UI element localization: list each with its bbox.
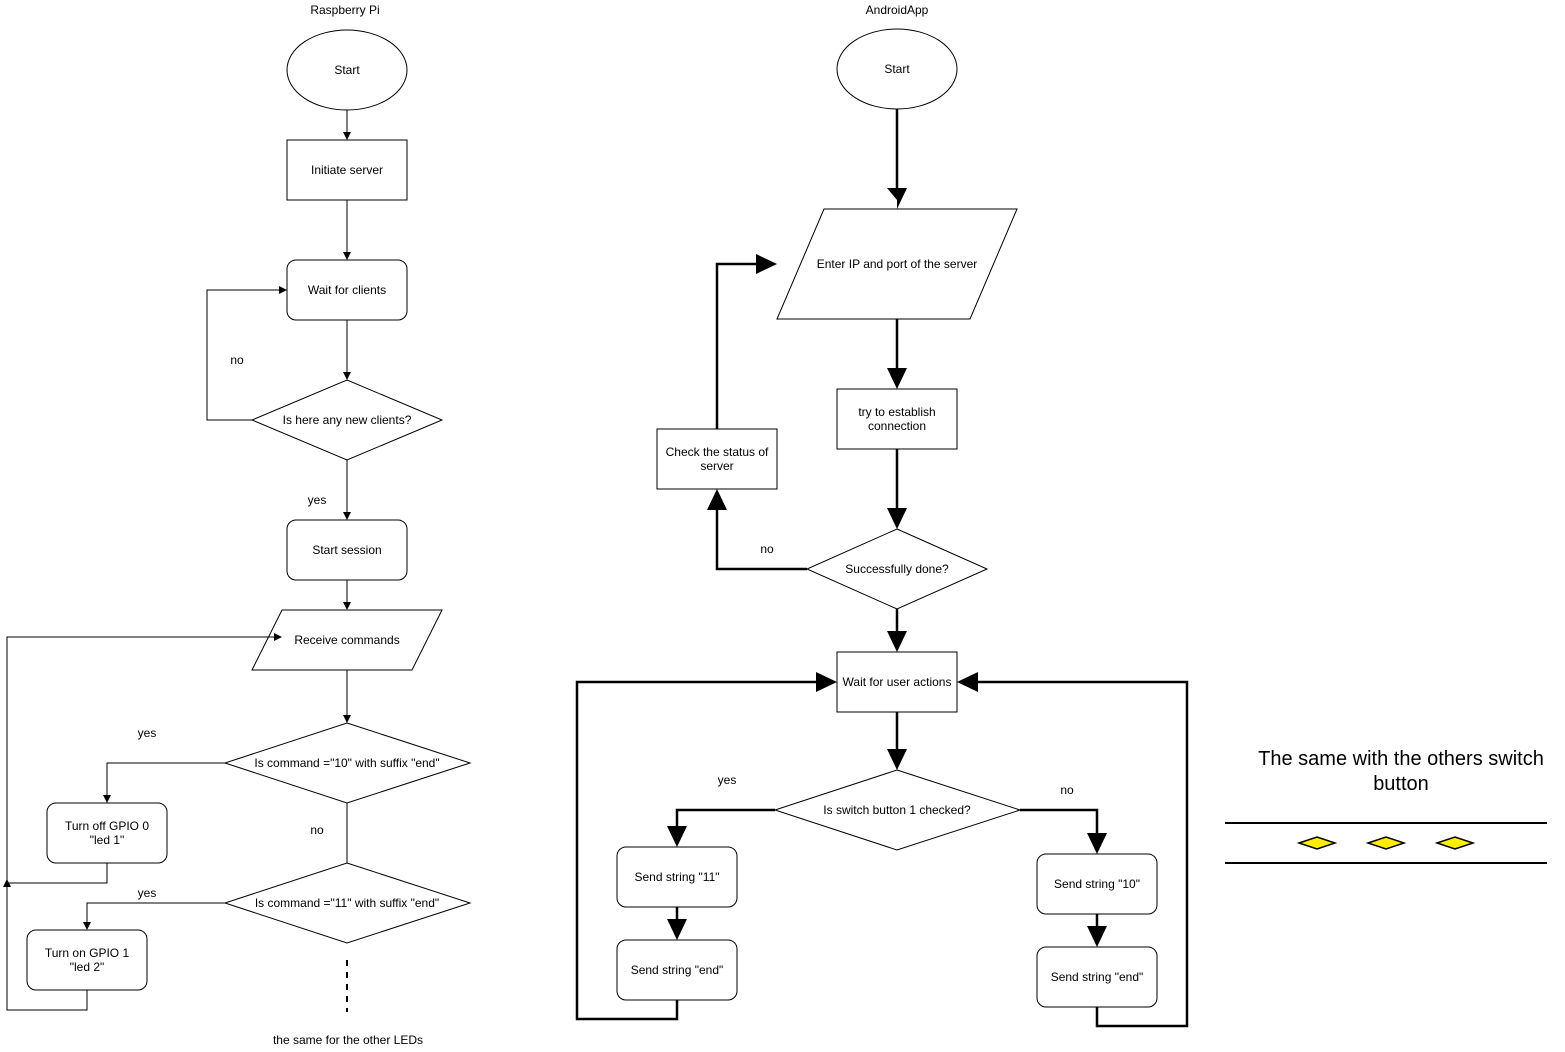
android-edge-check-enter xyxy=(715,262,764,429)
rpi-start-node: Start xyxy=(286,29,408,111)
rpi-turn-on-gpio1-node: Turn on GPIO 1 "led 2" xyxy=(26,929,148,991)
rpi-cmd11-decision: Is command ="11" with suffix "end" xyxy=(223,862,472,944)
android-send11-label: Send string "11" xyxy=(634,870,719,884)
android-label-no-success: no xyxy=(760,542,774,556)
rpi-cmd10-decision: Is command ="10" with suffix "end" xyxy=(223,722,472,804)
rpi-receive-commands-node: Receive commands xyxy=(251,609,443,671)
android-label-yes-switch: yes xyxy=(718,773,737,787)
android-edge-switch-yes xyxy=(675,808,775,834)
android-enter-ip-node: Enter IP and port of the server xyxy=(776,208,1018,320)
switch-note-line1: The same with the others switch xyxy=(1258,748,1544,770)
android-switch-decision: Is switch button 1 checked? xyxy=(773,769,1022,851)
android-send-end-left-label: Send string "end" xyxy=(631,963,724,977)
android-send-end-right-node: Send string "end" xyxy=(1036,946,1158,1008)
android-edge-success-no xyxy=(715,502,807,571)
rpi-turn-off-line2: "led 1" xyxy=(90,833,125,847)
rpi-wait-clients-label: Wait for clients xyxy=(308,283,386,297)
rpi-cmd11-label: Is command ="11" with suffix "end" xyxy=(255,896,439,910)
android-check-line2: server xyxy=(700,459,733,473)
android-send-end-left-node: Send string "end" xyxy=(616,939,738,1001)
rpi-edge-no-loop xyxy=(206,289,281,421)
rpi-label-yes-clients: yes xyxy=(308,493,327,507)
rpi-start-label: Start xyxy=(334,63,360,77)
rpi-initiate-server-node: Initiate server xyxy=(286,139,408,201)
android-edge-switch-no xyxy=(1020,808,1099,841)
rpi-label-yes-cmd10: yes xyxy=(138,726,157,740)
android-enter-ip-label: Enter IP and port of the server xyxy=(817,257,978,271)
android-app-title: AndroidApp xyxy=(866,3,929,17)
rpi-label-yes-cmd11: yes xyxy=(138,886,157,900)
flowchart-canvas: Raspberry Pi AndroidApp Start Initiate s… xyxy=(3,3,1547,1047)
rpi-new-clients-decision: Is here any new clients? xyxy=(250,379,444,461)
rpi-other-leds-note: the same for the other LEDs xyxy=(273,1033,423,1047)
android-try-line2: connection xyxy=(868,419,926,433)
android-label-no-switch: no xyxy=(1060,783,1074,797)
raspberry-pi-title: Raspberry Pi xyxy=(310,3,379,17)
ellipsis-diamond-icon xyxy=(1434,836,1476,850)
android-send10-label: Send string "10" xyxy=(1054,877,1140,891)
android-start-label: Start xyxy=(884,62,910,76)
switch-note: The same with the others switch button xyxy=(1225,748,1547,864)
android-send11-node: Send string "11" xyxy=(616,846,738,908)
rpi-turn-off-gpio0-node: Turn off GPIO 0 "led 1" xyxy=(46,802,168,864)
rpi-label-no-clients: no xyxy=(230,353,244,367)
rpi-start-session-node: Start session xyxy=(286,519,408,581)
android-start-node: Start xyxy=(836,28,958,110)
rpi-edge-cmd11-yes xyxy=(86,902,225,924)
rpi-wait-clients-node: Wait for clients xyxy=(286,259,408,321)
android-success-decision: Successfully done? xyxy=(805,528,989,610)
rpi-edge-cmd10-yes xyxy=(106,762,225,797)
android-send10-node: Send string "10" xyxy=(1036,853,1158,915)
rpi-edge-gpio0-loop xyxy=(7,863,108,884)
android-switch-label: Is switch button 1 checked? xyxy=(823,803,971,817)
rpi-new-clients-label: Is here any new clients? xyxy=(283,413,412,427)
rpi-turn-on-line1: Turn on GPIO 1 xyxy=(45,946,130,960)
switch-note-line2: button xyxy=(1373,773,1429,795)
android-try-line1: try to establish xyxy=(858,405,935,419)
android-check-status-node: Check the status of server xyxy=(656,428,778,490)
rpi-cmd10-label: Is command ="10" with suffix "end" xyxy=(254,756,439,770)
rpi-initiate-server-label: Initiate server xyxy=(311,163,383,177)
android-check-line1: Check the status of xyxy=(666,445,769,459)
android-success-label: Successfully done? xyxy=(845,562,949,576)
android-wait-user-label: Wait for user actions xyxy=(843,675,952,689)
android-try-connect-node: try to establish connection xyxy=(836,388,958,450)
ellipsis-diamond-icon xyxy=(1296,836,1338,850)
android-wait-user-node: Wait for user actions xyxy=(836,651,958,713)
rpi-label-no-cmd10: no xyxy=(310,823,324,837)
android-send-end-right-label: Send string "end" xyxy=(1051,970,1144,984)
rpi-start-session-label: Start session xyxy=(312,543,381,557)
rpi-turn-off-line1: Turn off GPIO 0 xyxy=(65,819,149,833)
rpi-receive-commands-label: Receive commands xyxy=(294,633,399,647)
ellipsis-diamond-icon xyxy=(1365,836,1407,850)
rpi-turn-on-line2: "led 2" xyxy=(70,960,105,974)
